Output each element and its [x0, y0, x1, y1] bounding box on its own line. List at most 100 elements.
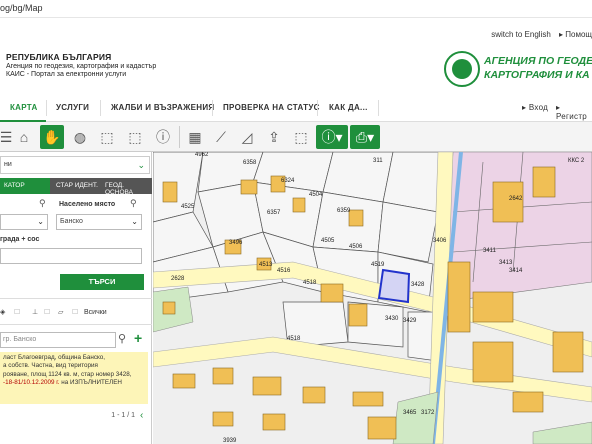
pan-hand-icon[interactable]: ✋ — [40, 125, 64, 149]
parcel-label: 3430 — [385, 316, 399, 322]
cadastral-map[interactable]: 4962 6358 311 6324 4504 4525 6357 6359 4… — [153, 152, 592, 444]
switch-english-link[interactable]: switch to English — [491, 30, 551, 39]
select-area-icon[interactable]: ⬚ — [289, 125, 313, 149]
nav-item-complaints[interactable]: ЖАЛБИ И ВЪЗРАЖЕНИЯ — [111, 94, 214, 122]
tab-geodetic-base[interactable]: ГЕОД. ОСНОВА — [105, 178, 152, 196]
parcel-label: 3172 — [421, 410, 435, 416]
location-pin-icon: ⚲ — [39, 198, 46, 208]
result-line-rest: на ИЗПЪЛНИТЕЛЕН — [59, 379, 122, 387]
parcel-label: 4962 — [195, 152, 209, 158]
street-input[interactable] — [0, 248, 142, 264]
zoom-box-in-icon[interactable]: ⬚ — [95, 125, 119, 149]
upload-icon[interactable]: ⇪ — [262, 125, 286, 149]
collapse-panel-icon[interactable]: ‹ — [140, 410, 143, 421]
filter-checkbox[interactable]: ☐ — [14, 308, 20, 316]
region-select[interactable]: ⌄ — [0, 214, 48, 230]
filter-checkbox[interactable]: ☐ — [44, 308, 50, 316]
parcel-label: 3428 — [411, 282, 425, 288]
header: switch to English ▸ Помощ РЕПУБЛИКА БЪЛГ… — [0, 18, 592, 92]
agency-subtitle: Агенция по геодезия, картография и кадас… — [6, 63, 157, 70]
parcel-label: 3413 — [499, 260, 513, 266]
search-panel: ни ⌄ КАТОР СТАР ИДЕНТ. ГЕОД. ОСНОВА ⚲ На… — [0, 152, 152, 444]
portal-subtitle: КАИС - Портал за електронни услуги — [6, 71, 127, 78]
print-dropdown-icon[interactable]: ⎙▾ — [350, 125, 380, 149]
zoom-box-out-icon[interactable]: ⬚ — [123, 125, 147, 149]
pin-icon[interactable]: ⊥ — [32, 308, 38, 316]
tab-old-identifier[interactable]: СТАР ИДЕНТ. — [56, 178, 98, 194]
parcel-label: 3465 — [403, 410, 417, 416]
nav-item-how-to[interactable]: КАК ДА... — [329, 94, 368, 122]
select-grid-icon[interactable]: ▦ — [183, 125, 207, 149]
main-nav: КАРТА УСЛУГИ ЖАЛБИ И ВЪЗРАЖЕНИЯ ПРОВЕРКА… — [0, 94, 592, 122]
all-checkbox[interactable]: ☐ — [72, 308, 78, 316]
portal-title: РЕПУБЛИКА БЪЛГАРИЯ Агенция по геодезия, … — [6, 52, 206, 78]
tab-identifier[interactable]: КАТОР — [0, 178, 50, 194]
parcel-label: 4505 — [321, 238, 335, 244]
measure-line-icon[interactable]: ⟋ — [209, 125, 233, 149]
agency-logo[interactable]: АГЕНЦИЯ ПО ГЕОДЕЗ КАРТОГРАФИЯ И КА — [444, 51, 592, 87]
agency-logo-line2: КАРТОГРАФИЯ И КА — [484, 69, 590, 81]
search-type-select[interactable]: ни ⌄ — [0, 156, 150, 174]
all-label: Всички — [84, 309, 107, 316]
add-icon[interactable]: + — [134, 330, 142, 346]
layer-info-dropdown-icon[interactable]: ⓘ▾ — [316, 125, 348, 149]
parcel-label: 6357 — [267, 210, 281, 216]
result-item[interactable]: ласт Благоевград, община Банско, а собст… — [0, 352, 148, 404]
parcel-label: 4518 — [287, 336, 301, 342]
layers-icon[interactable]: ◈ — [0, 308, 5, 316]
map-toolbar: ☰ ⌂ ✋ ◍ ⬚ ⬚ ⓘ ▦ ⟋ ◿ ⇪ ⬚ ⓘ▾ ⎙▾ — [0, 122, 592, 152]
parcel-label: 2628 — [171, 276, 185, 282]
street-label: града + сос — [0, 236, 40, 243]
settlement-select[interactable]: Банско ⌄ — [56, 214, 142, 230]
parcel-label: 3406 — [433, 238, 447, 244]
parcel-label: 2642 — [509, 196, 523, 202]
identify-icon[interactable]: ⓘ — [151, 125, 175, 149]
map-canvas[interactable]: 4962 6358 311 6324 4504 4525 6357 6359 4… — [153, 152, 592, 444]
parcel-label: 4506 — [349, 244, 363, 250]
globe-icon[interactable]: ◍ — [68, 125, 92, 149]
parcel-label: 4516 — [277, 268, 291, 274]
parcel-label: 4519 — [371, 262, 385, 268]
parcel-label: ККС 2 — [568, 158, 585, 164]
search-tabs: КАТОР СТАР ИДЕНТ. ГЕОД. ОСНОВА — [0, 178, 152, 196]
search-type-value: ни — [4, 161, 12, 168]
result-decree-link[interactable]: -18-81/10.12.2009 г. — [3, 379, 60, 386]
nav-item-map[interactable]: КАРТА — [0, 94, 46, 122]
location-pin-icon: ⚲ — [130, 198, 137, 208]
republic-title: РЕПУБЛИКА БЪЛГАРИЯ — [6, 52, 112, 62]
parcel-label: 6359 — [337, 208, 351, 214]
parcel-label: 3414 — [509, 268, 523, 274]
login-link[interactable]: ▸ Вход — [522, 94, 548, 122]
register-link[interactable]: ▸ Регистр — [556, 94, 592, 122]
parcel-label: 6358 — [243, 160, 257, 166]
nav-item-services[interactable]: УСЛУГИ — [56, 94, 89, 122]
url-text: og/bg/Map — [0, 3, 43, 13]
parcel-label: 6324 — [281, 178, 295, 184]
help-link[interactable]: ▸ Помощ — [559, 30, 592, 39]
top-links: switch to English ▸ Помощ — [485, 30, 592, 39]
settlement-value: Банско — [60, 218, 83, 225]
result-search-input[interactable]: гр. Банско — [0, 332, 116, 348]
search-icon[interactable]: ⚲ — [118, 332, 126, 345]
polygon-icon[interactable]: ▱ — [58, 308, 63, 316]
parcel-label: 311 — [373, 158, 383, 164]
bulgaria-map-icon — [444, 51, 480, 87]
address-bar[interactable]: og/bg/Map — [0, 0, 592, 18]
result-line: а собств. Частна, вид територия — [3, 362, 98, 370]
parcel-label: 3429 — [403, 318, 417, 324]
result-line: -18-81/10.12.2009 г. на ИЗПЪЛНИТЕЛЕН — [3, 379, 145, 387]
filter-row: ◈ ☐ ⊥ ☐ ▱ ☐ Всички — [0, 308, 152, 322]
search-button[interactable]: ТЪРСИ — [60, 274, 144, 290]
agency-logo-line1: АГЕНЦИЯ ПО ГЕОДЕЗ — [484, 55, 592, 67]
measure-area-icon[interactable]: ◿ — [235, 125, 259, 149]
info-icon[interactable]: ⌂ — [12, 125, 36, 149]
result-line: рояване, площ 1124 кв. м, стар номер 342… — [3, 370, 132, 378]
chevron-down-icon: ⌄ — [131, 217, 138, 226]
chevron-down-icon: ⌄ — [137, 160, 145, 170]
pager: 1 - 1 / 1 — [111, 412, 135, 419]
parcel-label: 4518 — [303, 280, 317, 286]
nav-item-status-check[interactable]: ПРОВЕРКА НА СТАТУС — [223, 94, 320, 122]
parcel-label: 4525 — [181, 204, 195, 210]
parcel-label: 3496 — [229, 240, 243, 246]
parcel-label: 4513 — [259, 262, 273, 268]
